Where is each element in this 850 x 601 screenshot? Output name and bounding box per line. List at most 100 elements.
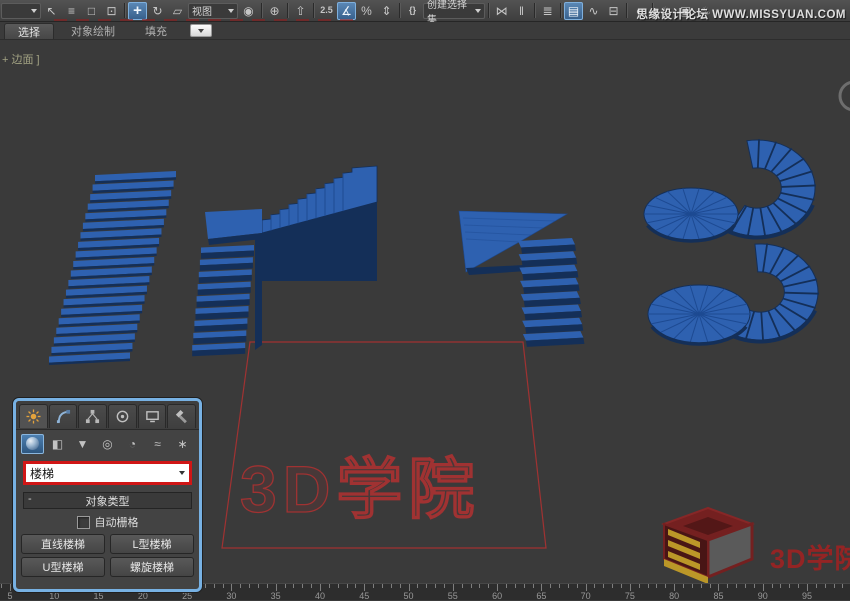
- select-and-move-icon[interactable]: +: [128, 2, 147, 20]
- viewport-shading-label[interactable]: + 边面 ]: [2, 51, 40, 67]
- category-systems[interactable]: ∗: [171, 434, 194, 454]
- timeline-tick: [825, 584, 826, 588]
- timeline-tick: [338, 584, 339, 588]
- panel-tab-motion[interactable]: [108, 404, 137, 428]
- graphite-ribbon-toggle-icon[interactable]: ▤: [564, 2, 583, 20]
- timeline-tick: [842, 584, 843, 588]
- reference-coordinate-dropdown[interactable]: 视图: [188, 3, 238, 19]
- category-space-warps[interactable]: ≈: [146, 434, 169, 454]
- layer-manager-icon[interactable]: ≣: [538, 2, 557, 20]
- rollout-collapse-icon[interactable]: -: [28, 493, 32, 505]
- timeline-tick: [559, 584, 560, 588]
- panel-tab-utilities[interactable]: [167, 404, 196, 428]
- command-panel-tabs: [16, 401, 199, 430]
- straight-stair-button[interactable]: 直线楼梯: [21, 534, 105, 554]
- l-type-stair[interactable]: [192, 166, 377, 356]
- spiral-stair[interactable]: [644, 139, 819, 344]
- timeline-tick: [302, 584, 303, 588]
- timeline-tick: [355, 584, 356, 588]
- object-type-rollout-header[interactable]: - 对象类型: [23, 492, 192, 509]
- category-lights[interactable]: ▼: [71, 434, 94, 454]
- create-icon: [26, 409, 41, 424]
- select-by-name-icon[interactable]: ≡: [62, 2, 81, 20]
- utilities-icon: [174, 409, 189, 424]
- category-geometry[interactable]: [21, 434, 44, 454]
- named-selection-set-dropdown[interactable]: 创建选择集: [423, 3, 485, 19]
- category-helpers[interactable]: ◔: [121, 434, 144, 454]
- toolbar-separator: [287, 3, 288, 18]
- panel-tab-modify[interactable]: [49, 404, 78, 428]
- panel-tab-create[interactable]: [19, 404, 48, 428]
- modify-icon: [56, 409, 71, 424]
- percent-snap-icon[interactable]: %: [357, 2, 376, 20]
- rectangular-selection-region-icon[interactable]: □: [82, 2, 101, 20]
- timeline-tick: [515, 584, 516, 588]
- angle-snap-icon[interactable]: ∡: [337, 2, 356, 20]
- spiral-stair-button[interactable]: 螺旋楼梯: [110, 557, 194, 577]
- timeline-tick: [479, 584, 480, 588]
- timeline-tick: [373, 584, 374, 588]
- timeline-tick: [621, 584, 622, 588]
- category-shapes[interactable]: ◧: [46, 434, 69, 454]
- timeline-tick: [409, 584, 410, 591]
- window-crossing-toggle-icon[interactable]: ⊡: [102, 2, 121, 20]
- viewcube-partial-icon[interactable]: [840, 82, 850, 110]
- timeline-tick: [630, 584, 631, 591]
- category-cameras[interactable]: ◎: [96, 434, 119, 454]
- schematic-view-icon[interactable]: ⊟: [604, 2, 623, 20]
- select-object-icon[interactable]: ↖: [42, 2, 61, 20]
- selection-filter-dropdown[interactable]: [1, 3, 41, 19]
- timeline-tick: [727, 584, 728, 588]
- ribbon-tab-对象绘制[interactable]: 对象绘制: [58, 23, 128, 39]
- command-panel: ◧▼◎◔≈∗ 楼梯 - 对象类型 自动栅格 直线楼梯L型楼梯U型楼梯螺旋楼梯: [13, 398, 202, 592]
- toolbar-separator: [560, 3, 561, 18]
- panel-tab-hierarchy[interactable]: [78, 404, 107, 428]
- timeline-tick: [816, 584, 817, 588]
- timeline-tick: [674, 584, 675, 591]
- panel-tab-display[interactable]: [138, 404, 167, 428]
- curve-editor-icon[interactable]: ∿: [584, 2, 603, 20]
- timeline-tick: [311, 584, 312, 588]
- u-type-stair-button[interactable]: U型楼梯: [21, 557, 105, 577]
- command-panel-categories: ◧▼◎◔≈∗: [16, 430, 199, 457]
- timeline-tick: [683, 584, 684, 588]
- timeline-tick: [453, 584, 454, 591]
- ribbon-minimize-button[interactable]: [190, 24, 212, 37]
- spinner-snap-icon[interactable]: ⇕: [377, 2, 396, 20]
- mirror-icon[interactable]: ⋈: [492, 2, 511, 20]
- ribbon-tab-填充[interactable]: 填充: [132, 23, 180, 39]
- timeline-tick: [692, 584, 693, 588]
- autogrid-checkbox[interactable]: [77, 516, 90, 529]
- center-watermark-text: 3D学院: [240, 436, 550, 532]
- timeline-tick: [462, 584, 463, 588]
- u-type-stair[interactable]: [459, 211, 584, 347]
- timeline-tick: [780, 584, 781, 588]
- l-type-stair-button[interactable]: L型楼梯: [110, 534, 194, 554]
- use-pivot-center-icon[interactable]: ◉: [239, 2, 258, 20]
- chevron-down-icon: [228, 9, 234, 13]
- timeline-tick: [754, 584, 755, 588]
- timeline-tick: [444, 584, 445, 588]
- motion-icon: [115, 409, 130, 424]
- select-and-manipulate-icon[interactable]: ⊕: [265, 2, 284, 20]
- edit-named-selection-icon[interactable]: {}: [403, 2, 422, 20]
- snap-toggle-2-5-icon[interactable]: 2.5: [317, 2, 336, 20]
- ribbon-tab-bar: 选择对象绘制填充: [0, 22, 850, 40]
- keyboard-override-icon[interactable]: ⇧: [291, 2, 310, 20]
- toolbar-accent-line: [54, 19, 354, 21]
- display-icon: [145, 409, 160, 424]
- align-icon[interactable]: ‖: [512, 2, 531, 20]
- timeline-tick: [10, 584, 11, 591]
- ribbon-tabs: 选择对象绘制填充: [0, 23, 180, 39]
- timeline-tick: [603, 584, 604, 588]
- select-and-rotate-icon[interactable]: ↻: [148, 2, 167, 20]
- select-and-scale-icon[interactable]: ▱: [168, 2, 187, 20]
- timeline-tick: [391, 584, 392, 588]
- straight-stair[interactable]: [49, 171, 176, 365]
- ribbon-tab-选择[interactable]: 选择: [4, 23, 54, 39]
- timeline-tick: [417, 584, 418, 588]
- timeline-tick: [329, 584, 330, 588]
- hierarchy-icon: [85, 409, 100, 424]
- toolbar-separator: [261, 3, 262, 18]
- category-dropdown[interactable]: 楼梯: [23, 461, 192, 485]
